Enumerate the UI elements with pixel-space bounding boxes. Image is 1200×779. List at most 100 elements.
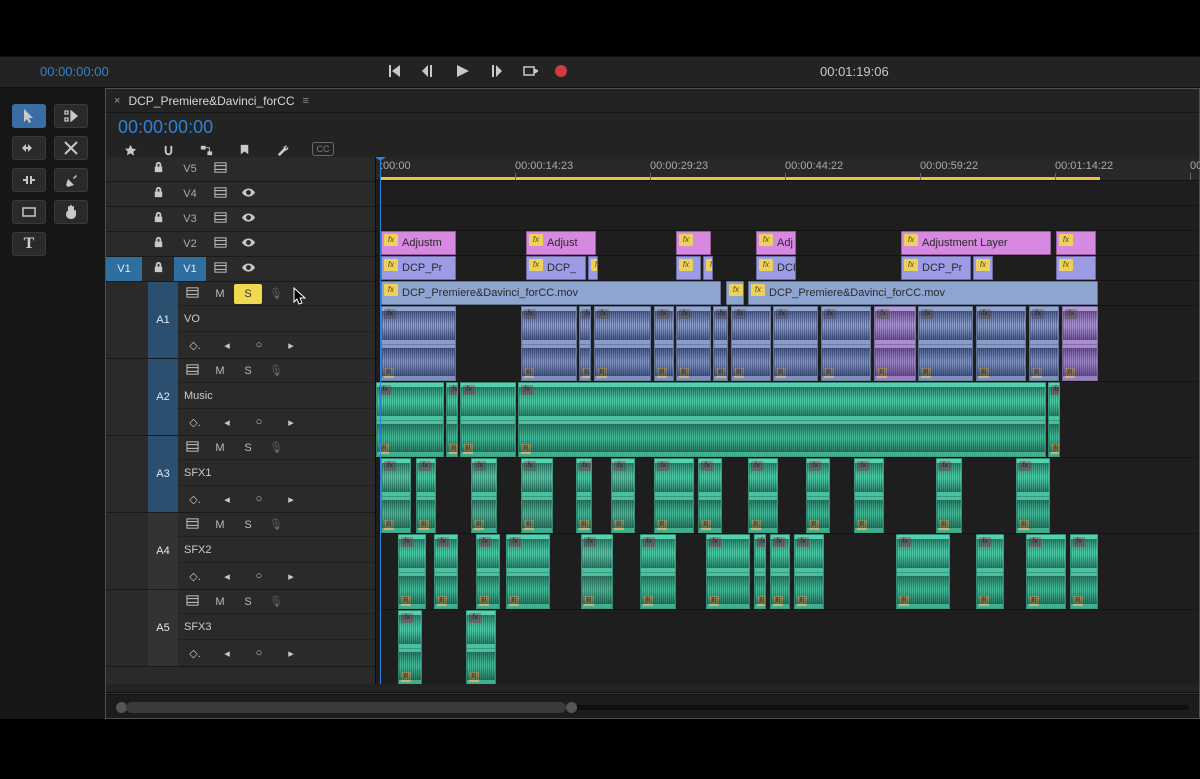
- razor-tool-icon[interactable]: [12, 168, 46, 192]
- solo-button[interactable]: S: [234, 592, 262, 612]
- prev-keyframe-icon[interactable]: ◂: [218, 493, 236, 506]
- fx-badge-icon[interactable]: fx: [591, 259, 598, 271]
- audio-clip[interactable]: fxR: [1029, 306, 1059, 381]
- next-keyframe-icon[interactable]: ▸: [282, 647, 300, 660]
- next-keyframe-icon[interactable]: ▸: [282, 570, 300, 583]
- fx-badge-icon[interactable]: fx: [759, 234, 773, 246]
- zoom-handle-right[interactable]: [566, 702, 577, 713]
- fx-badge-icon[interactable]: fx: [384, 234, 398, 246]
- fx-badge-icon[interactable]: fx: [759, 259, 773, 271]
- mute-button[interactable]: M: [206, 438, 234, 458]
- audio-clip[interactable]: fxR: [1062, 306, 1098, 381]
- sequence-tab-name[interactable]: DCP_Premiere&Davinci_forCC: [128, 94, 294, 108]
- audio-clip[interactable]: fxR: [518, 382, 1046, 457]
- video-clip[interactable]: fx: [588, 256, 598, 280]
- track-target[interactable]: A4: [148, 513, 178, 589]
- video-clip[interactable]: fx: [1056, 256, 1096, 280]
- toggle-track-output-icon[interactable]: [234, 261, 262, 277]
- track-target[interactable]: V3: [174, 213, 206, 225]
- fx-badge-icon[interactable]: fx: [751, 284, 765, 296]
- nest-sequence-icon[interactable]: [122, 142, 138, 158]
- audio-clip[interactable]: fxR: [398, 610, 422, 684]
- audio-clip[interactable]: fxR: [1070, 534, 1098, 609]
- mute-button[interactable]: M: [206, 515, 234, 535]
- step-fwd-icon[interactable]: [487, 62, 505, 80]
- audio-clip[interactable]: fxR: [918, 306, 973, 381]
- panel-menu-icon[interactable]: ≡: [303, 95, 309, 107]
- audio-clip[interactable]: fxR: [416, 458, 436, 533]
- video-clip[interactable]: fxDCP_Pr: [381, 256, 456, 280]
- keyframe-type-icon[interactable]: ◇.: [186, 339, 204, 352]
- track-target[interactable]: A5: [148, 590, 178, 666]
- video-clip[interactable]: fxAdj: [756, 231, 796, 255]
- voice-record-icon[interactable]: 🎙: [262, 438, 290, 458]
- audio-track-label[interactable]: SFX2: [178, 537, 375, 563]
- audio-clip[interactable]: fxR: [806, 458, 830, 533]
- fx-badge-icon[interactable]: fx: [904, 259, 918, 271]
- toggle-track-output-icon[interactable]: [234, 236, 262, 252]
- audio-clip[interactable]: fxR: [446, 382, 458, 457]
- audio-clip[interactable]: fxR: [773, 306, 818, 381]
- fx-badge-icon[interactable]: fx: [729, 284, 743, 296]
- audio-clip[interactable]: fxR: [1026, 534, 1066, 609]
- toggle-track-output-icon[interactable]: [234, 211, 262, 227]
- mute-button[interactable]: M: [206, 592, 234, 612]
- mute-button[interactable]: M: [206, 361, 234, 381]
- audio-clip[interactable]: fxR: [381, 458, 411, 533]
- audio-clip[interactable]: fxR: [460, 382, 516, 457]
- fx-badge-icon[interactable]: fx: [384, 284, 398, 296]
- video-clip[interactable]: fxDCP_Premiere&Davinci_forCC.mov: [748, 281, 1098, 305]
- audio-clip[interactable]: fxR: [754, 534, 766, 609]
- keyframe-type-icon[interactable]: ◇.: [186, 647, 204, 660]
- audio-clip[interactable]: fxR: [381, 306, 456, 381]
- audio-clip[interactable]: fxR: [976, 534, 1004, 609]
- audio-track-label[interactable]: Music: [178, 383, 375, 409]
- zoom-thumb[interactable]: [126, 702, 566, 713]
- video-clip[interactable]: fx: [703, 256, 713, 280]
- next-keyframe-icon[interactable]: ▸: [282, 416, 300, 429]
- sync-lock-icon[interactable]: [178, 594, 206, 610]
- hand-tool-icon[interactable]: [54, 200, 88, 224]
- lock-icon[interactable]: [142, 186, 174, 202]
- audio-clip[interactable]: fxR: [594, 306, 651, 381]
- mute-button[interactable]: M: [206, 284, 234, 304]
- audio-clip[interactable]: fxR: [874, 306, 916, 381]
- video-track-V5[interactable]: [376, 181, 1199, 206]
- audio-clip[interactable]: fxR: [466, 610, 496, 684]
- playhead-line[interactable]: [380, 157, 381, 684]
- audio-clip[interactable]: fxR: [579, 306, 591, 381]
- goto-in-icon[interactable]: [385, 62, 403, 80]
- selection-tool-icon[interactable]: [12, 104, 46, 128]
- lock-icon[interactable]: [142, 211, 174, 227]
- lock-icon[interactable]: [142, 261, 174, 277]
- video-clip[interactable]: fx: [973, 256, 993, 280]
- fx-badge-icon[interactable]: fx: [529, 234, 543, 246]
- video-track-V2[interactable]: fxDCP_PrfxDCP_fxfxfxfxDCPfxDCP_Prfxfx: [376, 256, 1199, 281]
- solo-button[interactable]: S: [234, 515, 262, 535]
- step-back-icon[interactable]: [419, 62, 437, 80]
- markers-icon[interactable]: [236, 142, 252, 158]
- audio-clip[interactable]: fxR: [506, 534, 550, 609]
- video-clip[interactable]: fx: [1056, 231, 1096, 255]
- audio-clip[interactable]: fxR: [1016, 458, 1050, 533]
- keyframe-type-icon[interactable]: ◇.: [186, 416, 204, 429]
- audio-clip[interactable]: fxR: [654, 458, 694, 533]
- audio-clip[interactable]: fxR: [748, 458, 778, 533]
- video-track-V4[interactable]: [376, 206, 1199, 231]
- prev-keyframe-icon[interactable]: ◂: [218, 570, 236, 583]
- sync-lock-icon[interactable]: [178, 363, 206, 379]
- solo-button[interactable]: S: [234, 284, 262, 304]
- audio-clip[interactable]: fxR: [794, 534, 824, 609]
- type-tool-icon[interactable]: T: [12, 232, 46, 256]
- toggle-track-output-icon[interactable]: [234, 186, 262, 202]
- sync-lock-icon[interactable]: [206, 236, 234, 252]
- sync-lock-icon[interactable]: [206, 211, 234, 227]
- sync-lock-icon[interactable]: [206, 186, 234, 202]
- video-clip[interactable]: fxAdjust: [526, 231, 596, 255]
- fx-badge-icon[interactable]: fx: [679, 259, 693, 271]
- voice-record-icon[interactable]: 🎙: [262, 592, 290, 612]
- video-clip[interactable]: fxDCP_: [526, 256, 586, 280]
- audio-clip[interactable]: fxR: [731, 306, 771, 381]
- prev-keyframe-icon[interactable]: ◂: [218, 416, 236, 429]
- video-clip[interactable]: fxAdjustment Layer: [901, 231, 1051, 255]
